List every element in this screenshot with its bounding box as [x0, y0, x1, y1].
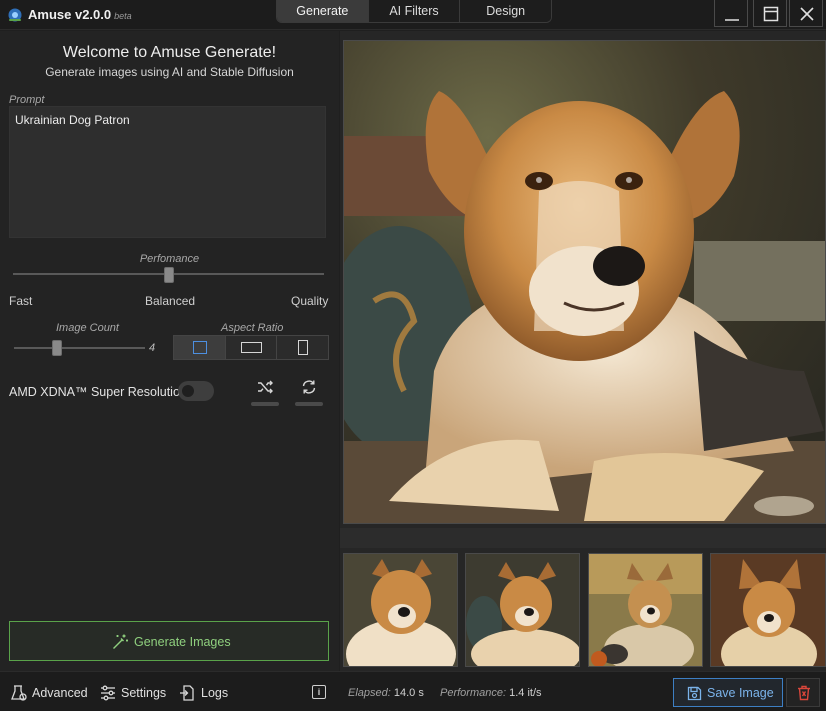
- app-title: Amuse v2.0.0 beta: [28, 7, 132, 22]
- save-icon: [687, 686, 702, 701]
- close-icon: [800, 7, 814, 21]
- tab-ai-filters[interactable]: AI Filters: [368, 0, 461, 22]
- dog-thumbnail-4: [711, 554, 825, 666]
- prompt-input[interactable]: Ukrainian Dog Patron: [9, 106, 326, 238]
- save-image-button[interactable]: Save Image: [673, 678, 783, 707]
- refresh-icon: [302, 380, 316, 394]
- thumbnail-divider: [340, 528, 826, 548]
- performance-label: Perfomance: [139, 253, 200, 265]
- maximize-button[interactable]: [753, 0, 787, 27]
- image-count-label: Image Count: [56, 322, 119, 334]
- performance-tick-balanced: Balanced: [145, 294, 196, 308]
- main-tabs: Generate AI Filters Design: [276, 0, 552, 23]
- reset-indicator: [295, 402, 323, 406]
- advanced-icon: [11, 685, 27, 701]
- randomize-seed-button[interactable]: [245, 375, 285, 407]
- thumbnail-4[interactable]: [710, 553, 826, 667]
- minimize-icon: [725, 19, 739, 21]
- thumbnail-2[interactable]: [465, 553, 580, 667]
- magic-wand-icon: [113, 634, 128, 649]
- elapsed-readout: Elapsed: 14.0 s: [348, 687, 424, 699]
- maximize-icon: [763, 6, 779, 22]
- save-image-label: Save Image: [707, 686, 774, 700]
- generate-images-button[interactable]: Generate Images: [9, 621, 329, 661]
- image-count-slider-thumb[interactable]: [52, 340, 62, 356]
- advanced-label: Advanced: [32, 686, 88, 700]
- aspect-square-button[interactable]: [174, 336, 226, 359]
- status-bar: Advanced Settings Logs i Elapsed: 14.0 s…: [0, 671, 826, 711]
- dog-thumbnail-1: [344, 554, 457, 666]
- super-resolution-toggle[interactable]: [178, 381, 214, 401]
- thumbnail-3[interactable]: [588, 553, 703, 667]
- minimize-button[interactable]: [714, 0, 748, 27]
- settings-sliders-icon: [101, 685, 115, 701]
- title-bar: Amuse v2.0.0 beta Generate AI Filters Des…: [0, 0, 826, 30]
- aspect-portrait-button[interactable]: [277, 336, 329, 359]
- super-resolution-label: AMD XDNA™ Super Resolution: [9, 385, 187, 399]
- generate-panel: Welcome to Amuse Generate! Generate imag…: [0, 31, 339, 671]
- app-logo-icon: [8, 8, 22, 22]
- performance-tick-fast: Fast: [9, 294, 33, 308]
- advanced-button[interactable]: Advanced: [11, 685, 88, 701]
- prompt-label: Prompt: [9, 94, 45, 106]
- image-count-slider-track[interactable]: [14, 347, 145, 349]
- close-button[interactable]: [789, 0, 823, 27]
- aspect-ratio-label: Aspect Ratio: [221, 322, 284, 334]
- image-count-value: 4: [149, 342, 156, 354]
- welcome-subtitle: Generate images using AI and Stable Diff…: [45, 65, 294, 79]
- logs-label: Logs: [201, 686, 229, 700]
- reset-button[interactable]: [289, 375, 329, 407]
- generate-images-label: Generate Images: [134, 635, 231, 649]
- randomize-indicator: [251, 402, 279, 406]
- trash-icon: [798, 685, 810, 701]
- info-icon[interactable]: i: [312, 685, 326, 699]
- beta-badge: beta: [114, 11, 132, 21]
- logs-button[interactable]: Logs: [180, 685, 229, 701]
- tab-generate[interactable]: Generate: [277, 0, 369, 22]
- settings-button[interactable]: Settings: [101, 685, 167, 701]
- main-image-preview[interactable]: [343, 40, 826, 524]
- delete-image-button[interactable]: [786, 678, 820, 707]
- shuffle-icon: [258, 380, 273, 394]
- aspect-landscape-button[interactable]: [225, 336, 278, 359]
- tab-design[interactable]: Design: [460, 0, 551, 22]
- portrait-icon: [298, 340, 309, 355]
- thumbnail-1[interactable]: [343, 553, 458, 667]
- performance-tick-quality: Quality: [291, 294, 329, 308]
- dog-thumbnail-2: [466, 554, 579, 666]
- logs-icon: [180, 685, 194, 701]
- image-viewer-panel: [340, 31, 826, 671]
- performance-readout: Performance: 1.4 it/s: [440, 687, 542, 699]
- welcome-heading: Welcome to Amuse Generate!: [62, 44, 277, 61]
- performance-slider-thumb[interactable]: [164, 267, 174, 283]
- landscape-icon: [240, 342, 262, 353]
- dog-thumbnail-3: [589, 554, 702, 666]
- settings-label: Settings: [121, 686, 167, 700]
- square-icon: [193, 341, 207, 354]
- aspect-ratio-group: [173, 335, 329, 360]
- dog-image: [344, 41, 825, 523]
